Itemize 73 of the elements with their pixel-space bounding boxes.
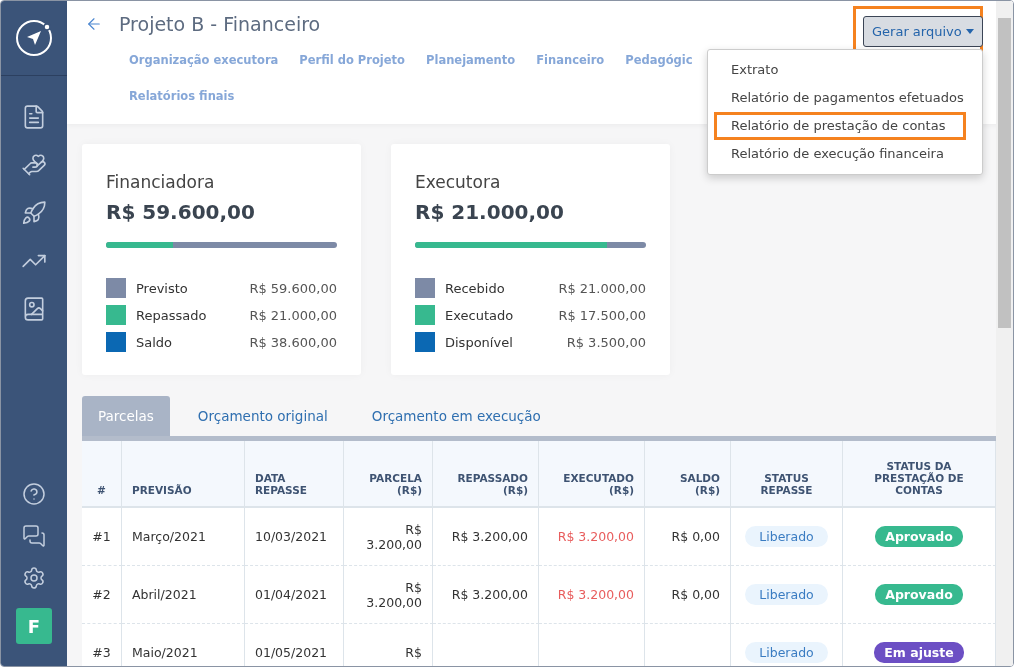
table-cell: R$ 0,00 bbox=[645, 508, 731, 566]
legend-value: R$ 3.500,00 bbox=[566, 334, 646, 350]
card-title: Financiadora bbox=[106, 172, 216, 192]
table-cell: #1 bbox=[82, 508, 122, 566]
column-header: SALDO (R$) bbox=[645, 441, 731, 508]
column-header: EXECUTADO (R$) bbox=[539, 441, 645, 508]
tab[interactable]: Orçamento em execução bbox=[355, 396, 557, 436]
column-header: STATUS REPASSE bbox=[731, 441, 843, 508]
table-cell: R$ 0,00 bbox=[645, 566, 731, 624]
nav-link[interactable]: Perfil do Projeto bbox=[299, 53, 405, 67]
table-cell: R$ 3.200,00 bbox=[539, 508, 645, 566]
legend-value: R$ 59.600,00 bbox=[249, 280, 337, 296]
rocket-icon[interactable] bbox=[21, 200, 47, 226]
legend-label: Repassado bbox=[136, 307, 208, 323]
caret-icon bbox=[965, 29, 974, 34]
card-title: Executora bbox=[415, 172, 502, 192]
table-cell: Março/2021 bbox=[122, 508, 245, 566]
status-badge: Aprovado bbox=[875, 526, 963, 547]
chat-icon[interactable] bbox=[22, 524, 46, 548]
card-total: R$ 21.000,00 bbox=[415, 200, 565, 224]
table-cell: #3 bbox=[82, 624, 122, 666]
help-icon[interactable] bbox=[22, 482, 46, 506]
table-cell: R$ bbox=[344, 624, 433, 666]
hand-heart-icon[interactable] bbox=[21, 152, 47, 178]
status-pill: Liberado bbox=[745, 526, 828, 547]
column-header: STATUS DA PRESTAÇÃO DE CONTAS bbox=[843, 441, 996, 508]
legend-label: Previsto bbox=[136, 280, 189, 296]
tab[interactable]: Orçamento original bbox=[181, 396, 344, 436]
nav-link[interactable]: Financeiro bbox=[536, 53, 605, 67]
scrollbar[interactable] bbox=[996, 1, 1013, 666]
legend-label: Executado bbox=[445, 307, 515, 323]
logo-icon bbox=[14, 18, 54, 58]
legend-label: Saldo bbox=[136, 334, 174, 350]
menu-item[interactable]: Relatório de pagamentos efetuados bbox=[714, 84, 966, 112]
status-badge: Aprovado bbox=[875, 584, 963, 605]
menu-item[interactable]: Relatório de prestação de contas bbox=[714, 112, 966, 140]
card-total: R$ 59.600,00 bbox=[106, 200, 256, 224]
status-pill: Liberado bbox=[745, 584, 828, 605]
table-cell: R$ 3.200,00 bbox=[344, 566, 433, 624]
legend-label: Disponível bbox=[445, 334, 514, 350]
export-button[interactable]: Gerar arquivo bbox=[863, 16, 983, 47]
legend-value: R$ 38.600,00 bbox=[249, 334, 337, 350]
table-cell: R$ 3.200,00 bbox=[539, 566, 645, 624]
column-header: REPASSADO (R$) bbox=[433, 441, 539, 508]
nav-link[interactable]: Organização executora bbox=[129, 53, 279, 67]
status-badge: Em ajuste bbox=[874, 642, 964, 663]
menu-item[interactable]: Extrato bbox=[714, 56, 966, 84]
nav-link[interactable]: Planejamento bbox=[426, 53, 516, 67]
legend-value: R$ 21.000,00 bbox=[249, 307, 337, 323]
nav-link[interactable]: Relatórios finais bbox=[129, 89, 235, 103]
nav-link[interactable]: Pedagógic bbox=[625, 53, 693, 67]
table-cell: R$ 3.200,00 bbox=[433, 566, 539, 624]
legend-label: Recebido bbox=[445, 280, 506, 296]
column-header: PREVISÃO bbox=[122, 441, 245, 508]
tab[interactable]: Parcelas bbox=[82, 396, 170, 436]
table-cell: Abril/2021 bbox=[122, 566, 245, 624]
legend-value: R$ 17.500,00 bbox=[558, 307, 646, 323]
menu-item[interactable]: Relatório de execução financeira bbox=[714, 140, 966, 168]
settings-icon[interactable] bbox=[22, 566, 46, 590]
column-header: # bbox=[82, 441, 122, 508]
column-header: DATA REPASSE bbox=[245, 441, 344, 508]
column-header: PARCELA (R$) bbox=[344, 441, 433, 508]
table-cell: 10/03/2021 bbox=[245, 508, 344, 566]
table-cell: R$ 3.200,00 bbox=[433, 508, 539, 566]
legend-value: R$ 21.000,00 bbox=[558, 280, 646, 296]
page-title: Projeto B - Financeiro bbox=[119, 13, 321, 35]
user-avatar[interactable]: F bbox=[16, 608, 52, 644]
table-cell: 01/05/2021 bbox=[245, 624, 344, 666]
table-cell: Maio/2021 bbox=[122, 624, 245, 666]
table-cell: #2 bbox=[82, 566, 122, 624]
status-pill: Liberado bbox=[745, 642, 828, 663]
table-cell: R$ 3.200,00 bbox=[344, 508, 433, 566]
table-cell: 01/04/2021 bbox=[245, 566, 344, 624]
